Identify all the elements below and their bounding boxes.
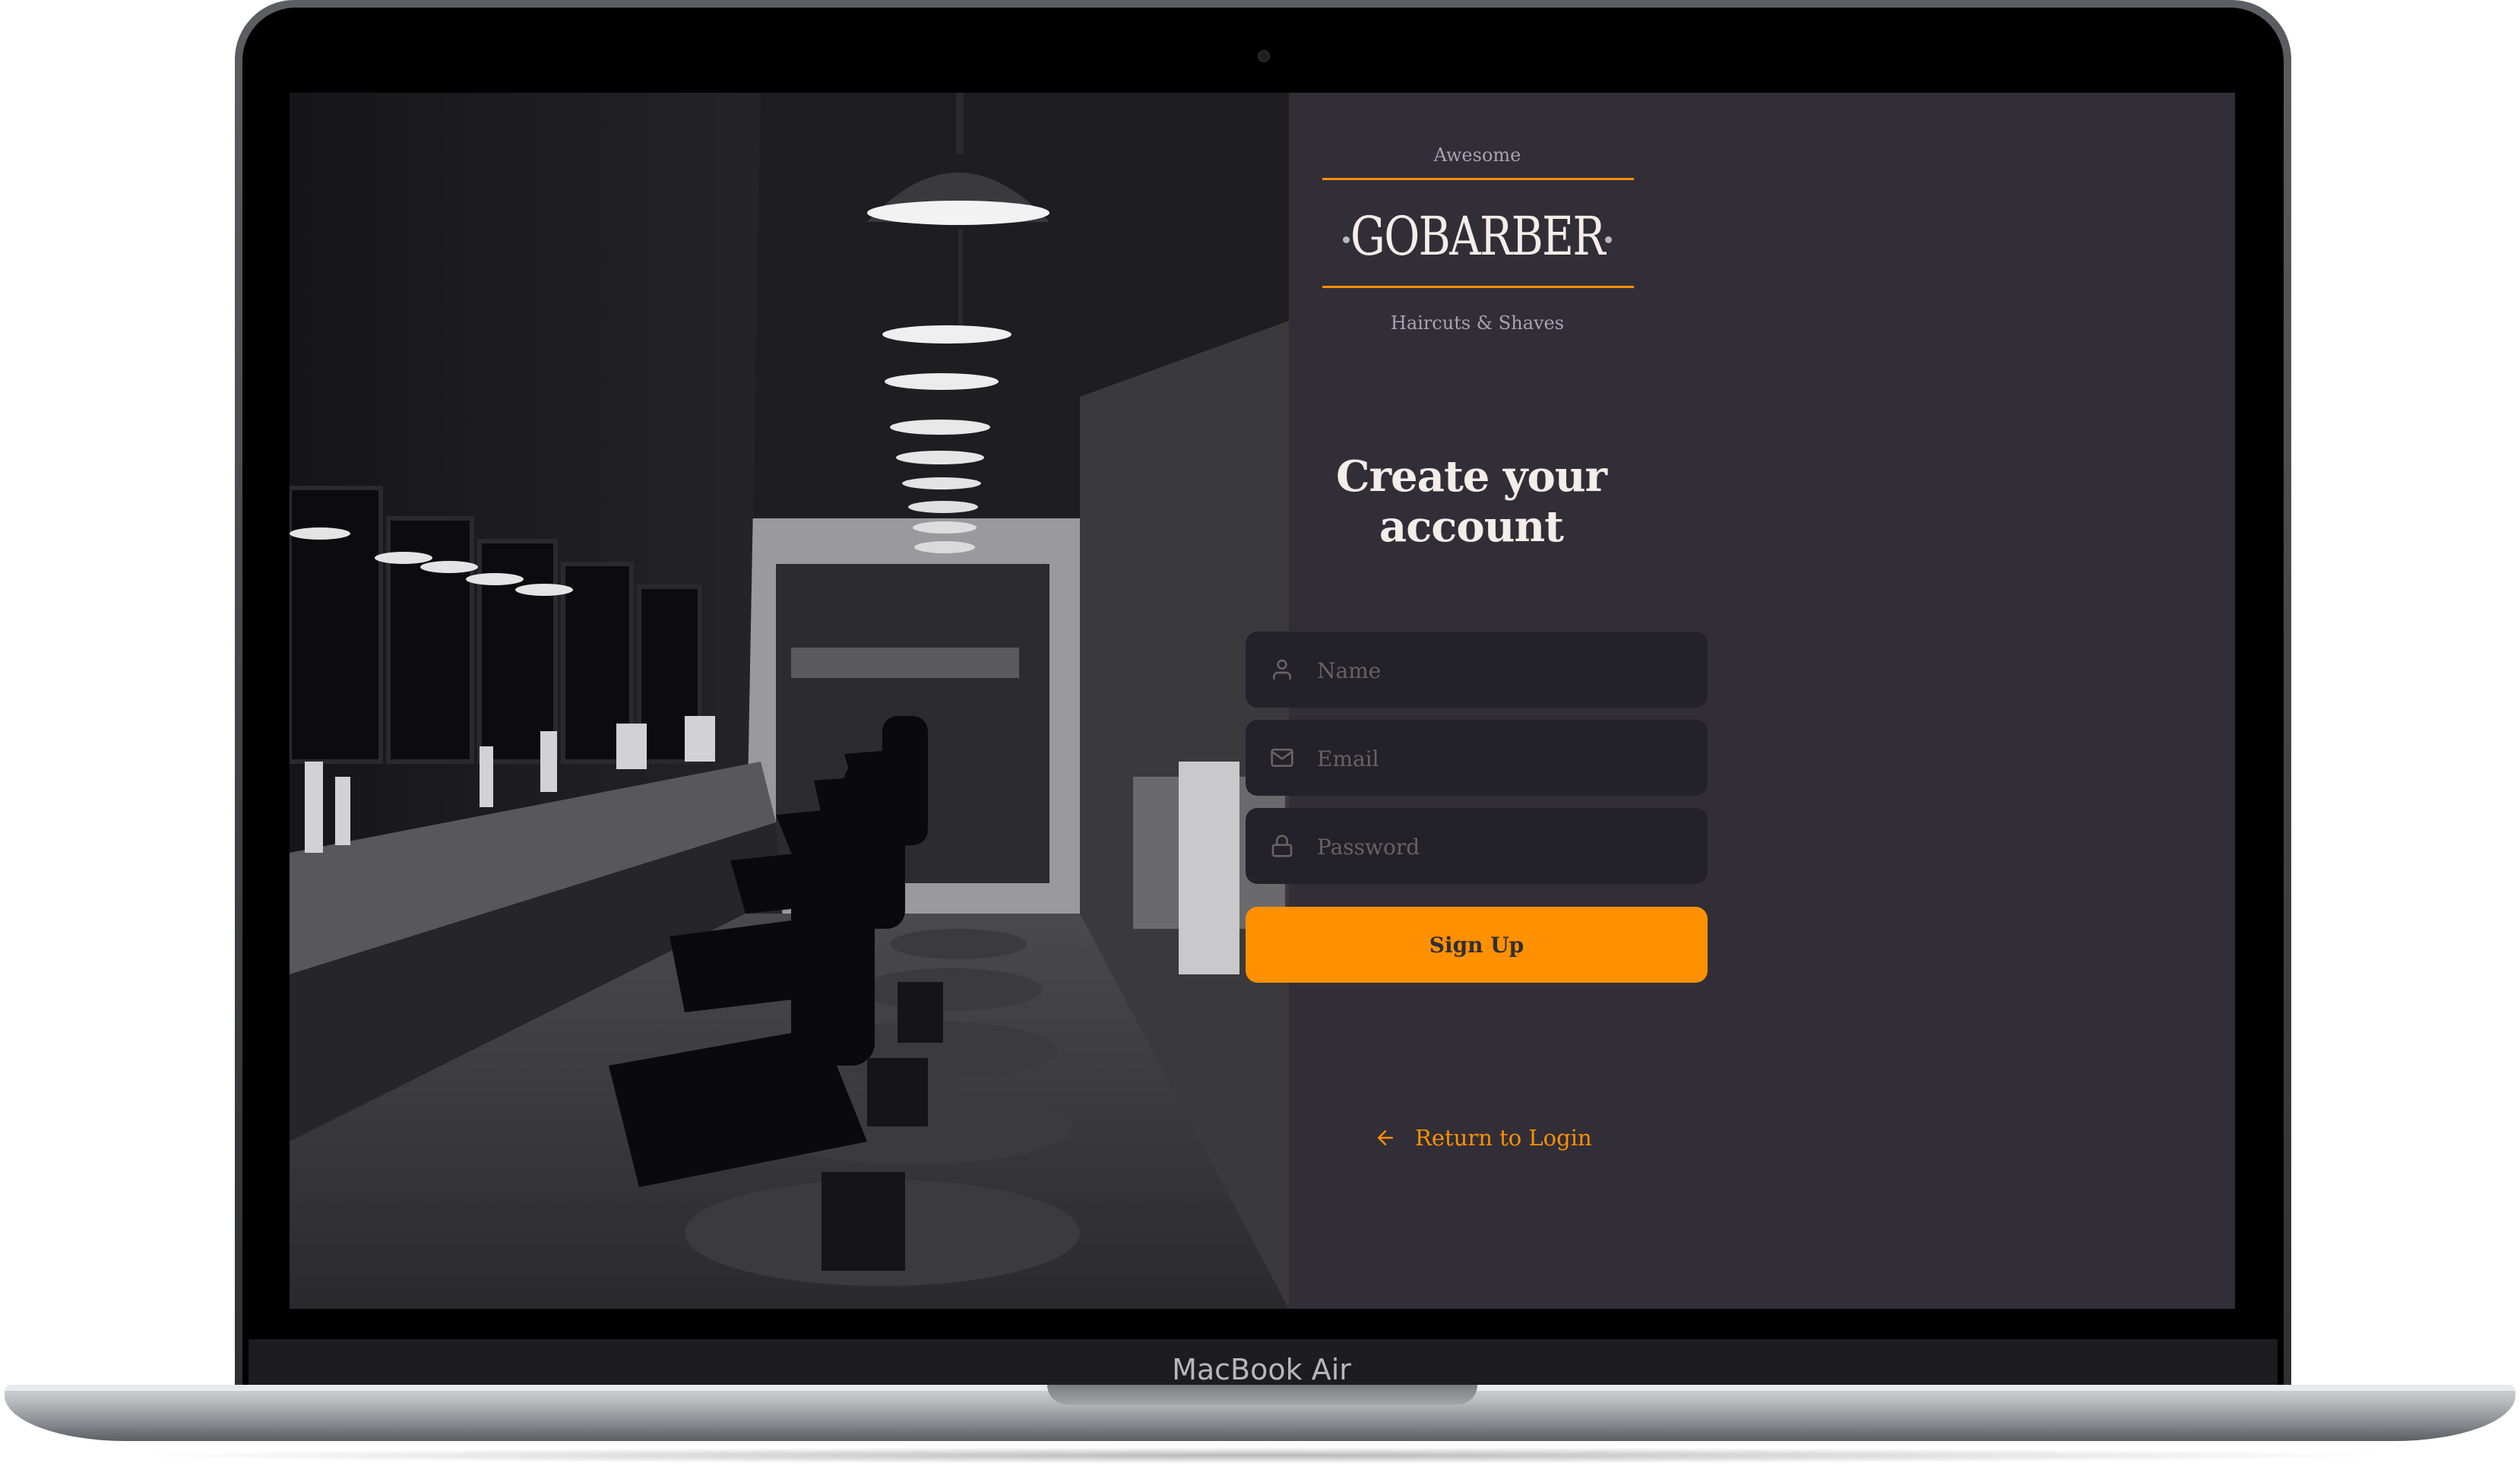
name-field[interactable] [1246, 632, 1708, 709]
laptop-hinge-notch [1047, 1385, 1477, 1405]
return-to-login-link[interactable]: Return to Login [1374, 1119, 1592, 1157]
logo-bottom-rule [1322, 286, 1634, 288]
password-field[interactable] [1246, 808, 1708, 885]
arrow-left-icon [1378, 1130, 1393, 1145]
camera-icon [1258, 50, 1270, 62]
email-field[interactable] [1246, 720, 1708, 797]
barbershop-illustration [290, 93, 1289, 1309]
logo-top-text: Awesome [1433, 144, 1521, 166]
return-to-login-label: Return to Login [1415, 1125, 1592, 1151]
barbershop-background-image [290, 93, 1289, 1309]
name-input[interactable] [1315, 632, 1691, 709]
logo-right-dot [1605, 236, 1612, 243]
sign-up-button[interactable]: Sign Up [1246, 907, 1708, 983]
mail-icon [1271, 749, 1293, 767]
logo-top-rule [1322, 178, 1634, 180]
lock-icon [1271, 835, 1293, 857]
password-input[interactable] [1315, 808, 1691, 885]
gobarber-logo: Awesome GOBARBER Haircuts & Shaves [1319, 144, 1635, 448]
email-input[interactable] [1315, 720, 1691, 797]
laptop-shadow [114, 1447, 2406, 1464]
user-icon [1273, 659, 1291, 680]
page-title: Create your account [1335, 451, 1607, 552]
logo-brand: GOBARBER [1350, 205, 1606, 268]
logo-tagline: Haircuts & Shaves [1390, 312, 1565, 334]
